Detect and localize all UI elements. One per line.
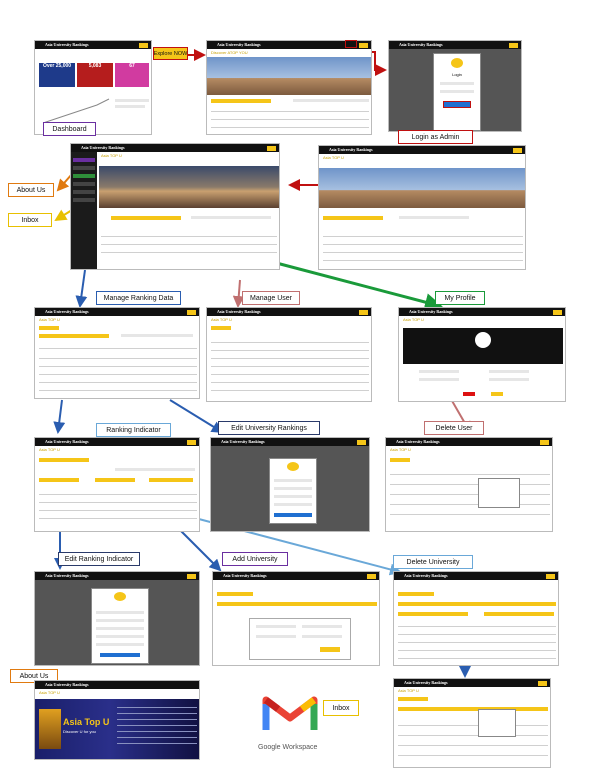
edit-university-rankings-label: Edit University Rankings — [218, 421, 320, 435]
about-us-thumb: Asia University Rankings Asia TOP U Asia… — [34, 680, 200, 760]
login-button[interactable] — [443, 101, 471, 108]
ranking-indicator-label: Ranking Indicator — [96, 423, 171, 437]
manage-user-thumb: Asia University Rankings Asia TOP U — [206, 307, 372, 402]
login-highlight — [345, 40, 357, 48]
home-page-thumb: Asia University Rankings Discover ATOP Y… — [206, 40, 372, 135]
about-us-label-top: About Us — [8, 183, 54, 197]
inbox-label-bottom: Inbox — [323, 700, 359, 716]
add-university-form — [249, 618, 351, 660]
save-button[interactable] — [491, 392, 503, 396]
arrow-edit-rankings — [169, 399, 224, 434]
manage-ranking-data-label: Manage Ranking Data — [96, 291, 181, 305]
login-title: Login — [452, 72, 462, 77]
delete-button[interactable] — [463, 392, 475, 396]
admin-sidebar — [71, 152, 97, 269]
profile-banner — [403, 328, 563, 364]
edit-ranking-indicator-label: Edit Ranking Indicator — [58, 552, 140, 566]
about-banner-title: Asia Top U — [63, 717, 110, 727]
thumb-tagline: Discover ATOP YOU — [211, 50, 248, 55]
delete-user-label: Delete User — [424, 421, 484, 435]
arrow-manage-ranking — [75, 269, 88, 308]
logo-icon — [451, 58, 463, 68]
login-as-admin-label: Login as Admin — [398, 130, 473, 144]
avatar — [475, 332, 491, 348]
inbox-label-top: Inbox — [8, 213, 52, 227]
login-modal: Login — [433, 53, 481, 131]
my-profile-label: My Profile — [435, 291, 485, 305]
manage-ranking-thumb: Asia University Rankings Asia TOP U — [34, 307, 200, 399]
arrow-ranking-indicator — [53, 399, 66, 434]
manage-user-label: Manage User — [242, 291, 300, 305]
ranking-indicator-thumb: Asia University Rankings Asia TOP U — [34, 437, 200, 532]
arrow-manage-user — [232, 279, 245, 308]
add-university-label: Add University — [222, 552, 288, 566]
trend-chart — [42, 98, 110, 124]
landing-page-thumb: Asia University Rankings Over 25,000 5,0… — [34, 40, 152, 135]
admin-home-thumb: Asia University Rankings Asia TOP U — [318, 145, 526, 270]
edit-rankings-thumb: Asia University Rankings — [210, 437, 370, 532]
my-profile-thumb: Asia University Rankings Asia TOP U — [398, 307, 566, 402]
edit-rankings-modal — [269, 458, 317, 524]
explore-now-label: Explore NOW — [153, 47, 188, 60]
campus-photo — [207, 57, 371, 95]
edit-indicator-modal — [91, 588, 149, 664]
stat-box: 5,083 — [77, 63, 113, 87]
about-banner-subtitle: Discover U for you — [63, 729, 96, 734]
gmail-icon — [262, 696, 318, 730]
add-university-thumb: Asia University Rankings — [212, 571, 380, 666]
about-banner: Asia Top U Discover U for you — [35, 699, 199, 759]
thumb-title: Asia University Rankings — [45, 42, 89, 47]
login-page-thumb: Asia University Rankings Login — [388, 40, 522, 132]
delete-university-label: Delete University — [393, 555, 473, 569]
google-workspace-text: Google Workspace — [258, 744, 318, 751]
stat-box: 67 — [115, 63, 149, 87]
confirm-delete-university-modal — [478, 709, 516, 737]
delete-university-confirm-thumb: Asia University Rankings Asia TOP U — [393, 678, 551, 768]
edit-indicator-thumb: Asia University Rankings — [34, 571, 200, 666]
confirm-delete-modal — [478, 478, 520, 508]
delete-university-thumb: Asia University Rankings — [393, 571, 559, 666]
stat-box: Over 25,000 — [39, 63, 75, 87]
admin-dashboard-thumb: Asia University Rankings Asia TOP U — [70, 143, 280, 270]
dashboard-label: Dashboard — [43, 122, 96, 136]
delete-user-thumb: Asia University Rankings Asia TOP U — [385, 437, 553, 532]
